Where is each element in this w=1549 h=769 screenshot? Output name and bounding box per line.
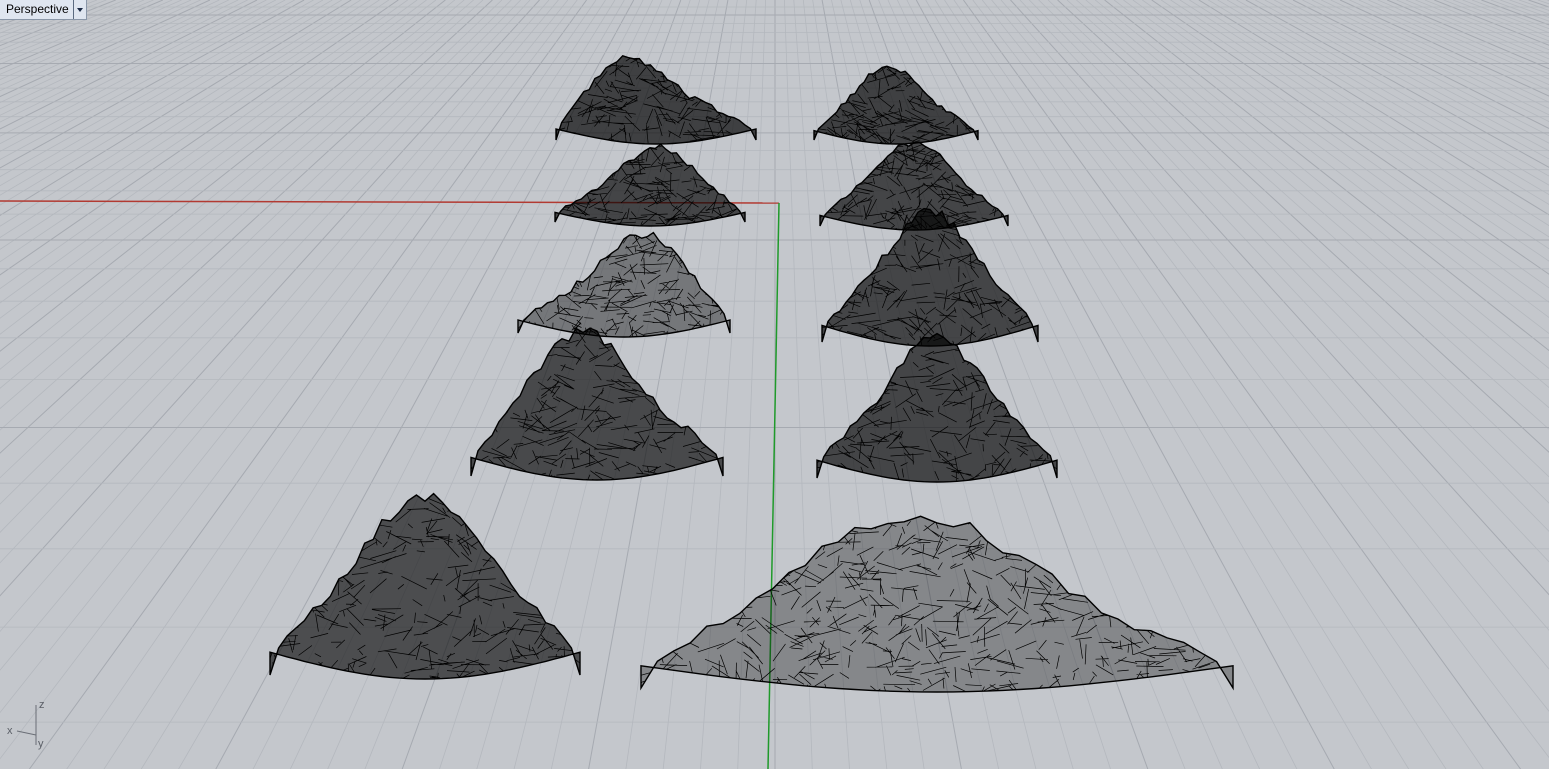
viewport-scene[interactable]: z x y xyxy=(0,0,1549,769)
mesh-objects[interactable] xyxy=(245,48,1264,712)
terrain-mesh-5[interactable] xyxy=(245,486,593,700)
viewport-title[interactable]: Perspective xyxy=(0,0,73,19)
world-y-axis xyxy=(767,202,780,769)
terrain-mesh-3[interactable] xyxy=(495,226,733,351)
terrain-mesh-9[interactable] xyxy=(796,330,1088,495)
axes-widget-x-label: x xyxy=(7,725,13,737)
dropdown-arrow-icon[interactable] xyxy=(72,0,86,19)
viewport-title-tab[interactable]: Perspective xyxy=(0,0,87,20)
axes-widget-z-label: z xyxy=(39,699,45,711)
terrain-mesh-2[interactable] xyxy=(535,142,761,240)
perspective-viewport[interactable]: z x y Perspective xyxy=(0,0,1549,769)
axes-widget-y-label: y xyxy=(38,738,44,750)
terrain-mesh-1[interactable] xyxy=(534,48,769,161)
terrain-mesh-4[interactable] xyxy=(452,321,752,497)
